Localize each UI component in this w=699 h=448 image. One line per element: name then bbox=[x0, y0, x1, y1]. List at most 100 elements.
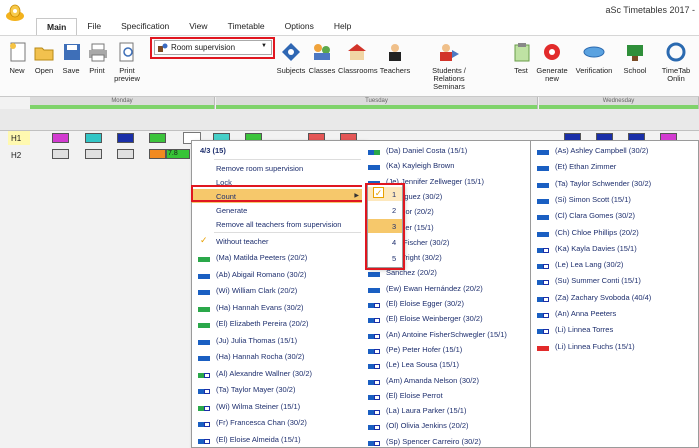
timetable-cell[interactable] bbox=[85, 133, 102, 143]
teacher-list-item[interactable]: (Pe) Peter Hofer (15/1) bbox=[362, 342, 530, 356]
timetable-cell-value[interactable]: 7.8 bbox=[166, 149, 190, 159]
tab-timetable[interactable]: Timetable bbox=[218, 18, 275, 36]
teachers-button[interactable]: Teachers bbox=[378, 40, 412, 75]
teacher-list-item[interactable]: (El) Elizabeth Pereira (20/2) bbox=[192, 316, 365, 330]
print-preview-icon bbox=[115, 40, 139, 64]
teacher-list-item[interactable]: (Ju) Julia Thomas (15/1) bbox=[192, 333, 365, 347]
teacher-list-item[interactable]: (Cl) Clara Gomes (30/2) bbox=[531, 208, 698, 222]
teacher-list-item[interactable]: (Ka) Kayleigh Brown bbox=[362, 158, 530, 172]
teacher-name: (Ta) Taylor Mayer (30/2) bbox=[216, 385, 296, 394]
menu-item-generate[interactable]: Generate bbox=[192, 203, 365, 217]
save-button[interactable]: Save bbox=[60, 40, 82, 75]
teacher-list-item[interactable]: (Ta) Taylor Schwender (30/2) bbox=[531, 176, 698, 190]
open-label: Open bbox=[34, 66, 54, 75]
title-bar: aSc Timetables 2017 - bbox=[0, 0, 699, 22]
teacher-list-item[interactable]: (El) Eloise Perrot bbox=[362, 388, 530, 402]
teacher-list-item[interactable]: (Le) Lea Sousa (15/1) bbox=[362, 357, 530, 371]
teacher-list-item[interactable]: (Le) Lea Lang (30/2) bbox=[531, 257, 698, 271]
teacher-list-item[interactable]: (Si) Simon Scott (15/1) bbox=[531, 192, 698, 206]
menu-tabs: Main File Specification View Timetable O… bbox=[36, 18, 361, 36]
day-label: Monday bbox=[111, 98, 133, 104]
menu-item-remove-all-teachers[interactable]: Remove all teachers from supervision bbox=[192, 217, 365, 231]
teacher-list-item[interactable]: (Sp) Spencer Carreiro (30/2) bbox=[362, 434, 530, 448]
teacher-list-item[interactable]: (Li) Linnea Fuchs (15/1) bbox=[531, 339, 698, 353]
teacher-list-item[interactable]: (Et) Ethan Zimmer bbox=[531, 159, 698, 173]
teacher-list-item[interactable]: (Ew) Ewan Hernández (20/2) bbox=[362, 281, 530, 295]
tab-main[interactable]: Main bbox=[36, 18, 78, 36]
timetable-cell[interactable] bbox=[117, 133, 134, 143]
menu-item-remove-room-supervision[interactable]: Remove room supervision bbox=[192, 161, 365, 175]
teacher-list-item[interactable]: (Wi) Wilma Steiner (15/1) bbox=[192, 399, 365, 413]
teacher-name: (Ha) Hannah Rocha (30/2) bbox=[216, 352, 305, 361]
teacher-color-swatch-icon bbox=[368, 347, 380, 354]
timetable-cell[interactable] bbox=[149, 133, 166, 143]
timetable-cell[interactable] bbox=[149, 149, 166, 159]
subjects-button[interactable]: Subjects bbox=[276, 40, 306, 75]
timetable-cell[interactable] bbox=[52, 133, 69, 143]
teacher-color-swatch-icon bbox=[537, 181, 549, 188]
window-title: aSc Timetables 2017 - bbox=[605, 5, 695, 15]
new-button[interactable]: New bbox=[6, 40, 28, 75]
teacher-list-item[interactable]: (El) Eloise Egger (30/2) bbox=[362, 296, 530, 310]
classes-button[interactable]: Classes bbox=[308, 40, 336, 75]
timetable-online-button[interactable]: TimeTab Onlin bbox=[656, 40, 696, 83]
teacher-list-item[interactable]: (Ab) Abigail Romano (30/2) bbox=[192, 267, 365, 281]
teacher-list-item[interactable]: (Ma) Matilda Peeters (20/2) bbox=[192, 250, 365, 264]
teacher-list-item[interactable]: (Li) Linnea Torres bbox=[531, 322, 698, 336]
teacher-color-swatch-icon bbox=[537, 262, 549, 270]
teacher-name: (Wi) Wilma Steiner (15/1) bbox=[216, 401, 301, 411]
students-button[interactable]: Students / Relations Seminars bbox=[420, 40, 478, 91]
day-header-monday: Monday bbox=[30, 97, 215, 109]
teacher-list-item[interactable]: (An) Anna Peeters bbox=[531, 306, 698, 320]
open-button[interactable]: Open bbox=[32, 40, 56, 75]
teacher-list-item[interactable]: (Ol) Olivia Jenkins (20/2) bbox=[362, 418, 530, 432]
teacher-list-item[interactable]: (An) Antoine FisherSchwegler (15/1) bbox=[362, 327, 530, 341]
teacher-color-swatch-icon bbox=[198, 321, 210, 328]
generate-new-button[interactable]: Generate new bbox=[536, 40, 568, 83]
teacher-name: (Ka) Kayleigh Brown bbox=[386, 161, 455, 171]
app-logo-icon[interactable] bbox=[4, 2, 26, 22]
teacher-list-item[interactable]: (Za) Zachary Svoboda (40/4) bbox=[531, 290, 698, 304]
teacher-color-swatch-icon bbox=[537, 311, 549, 318]
teacher-name: (As) Ashley Campbell (30/2) bbox=[555, 146, 649, 155]
teacher-list-item[interactable]: (Fr) Francesca Chan (30/2) bbox=[192, 415, 365, 429]
row-label-h1[interactable]: H1 bbox=[8, 131, 30, 145]
teacher-list-item[interactable]: (As) Ashley Campbell (30/2) bbox=[531, 143, 698, 157]
teacher-list-item[interactable]: (Am) Amanda Nelson (30/2) bbox=[362, 373, 530, 387]
teacher-list-item[interactable]: (Al) Alexandre Wallner (30/2) bbox=[192, 366, 365, 380]
teacher-name: (Ma) Matilda Peeters (20/2) bbox=[216, 253, 308, 262]
teacher-list-item[interactable]: (Wi) William Clark (20/2) bbox=[192, 283, 365, 297]
tab-options[interactable]: Options bbox=[275, 18, 324, 36]
print-label: Print bbox=[89, 66, 105, 75]
teacher-name: (El) Elizabeth Pereira (20/2) bbox=[216, 319, 309, 328]
classrooms-button[interactable]: Classrooms bbox=[338, 40, 378, 75]
teacher-list-item[interactable]: (Da) Daniel Costa (15/1) bbox=[362, 143, 530, 157]
teacher-list-item[interactable]: (Ch) Chloe Phillips (20/2) bbox=[531, 225, 698, 239]
menu-item-without-teacher[interactable]: ✓ Without teacher bbox=[192, 234, 365, 248]
print-preview-button[interactable]: Print preview bbox=[112, 40, 142, 83]
timetable-cell[interactable] bbox=[117, 149, 134, 159]
teacher-list-item[interactable]: (Ha) Hannah Rocha (30/2) bbox=[192, 349, 365, 363]
teacher-list-item[interactable]: (Ta) Taylor Mayer (30/2) bbox=[192, 382, 365, 396]
timetable-cell[interactable] bbox=[52, 149, 69, 159]
teacher-list-item[interactable]: (El) Eloise Almeida (15/1) bbox=[192, 432, 365, 446]
teacher-list-item[interactable]: (Ha) Hannah Evans (30/2) bbox=[192, 300, 365, 314]
teacher-list-item[interactable]: (Su) Summer Conti (15/1) bbox=[531, 273, 698, 287]
teacher-list-item[interactable]: (Ka) Kayla Davies (15/1) bbox=[531, 241, 698, 255]
timetable-online-label: TimeTab Onlin bbox=[661, 66, 691, 83]
teacher-list-item[interactable]: (La) Laura Parker (15/1) bbox=[362, 403, 530, 417]
tab-file[interactable]: File bbox=[77, 18, 111, 36]
teacher-color-swatch-icon bbox=[537, 344, 549, 351]
print-button[interactable]: Print bbox=[86, 40, 108, 75]
tab-view[interactable]: View bbox=[179, 18, 217, 36]
teacher-list-item[interactable]: (El) Eloise Weinberger (30/2) bbox=[362, 311, 530, 325]
tab-help[interactable]: Help bbox=[324, 18, 361, 36]
timetable-cell[interactable] bbox=[85, 149, 102, 159]
verification-button[interactable]: Verification bbox=[572, 40, 616, 75]
row-label-h2[interactable]: H2 bbox=[8, 148, 30, 162]
tab-specification[interactable]: Specification bbox=[111, 18, 179, 36]
students-label: Students / Relations Seminars bbox=[432, 66, 466, 91]
test-button[interactable]: Test bbox=[510, 40, 532, 75]
school-button[interactable]: School bbox=[620, 40, 650, 75]
teacher-color-swatch-icon bbox=[198, 404, 210, 411]
